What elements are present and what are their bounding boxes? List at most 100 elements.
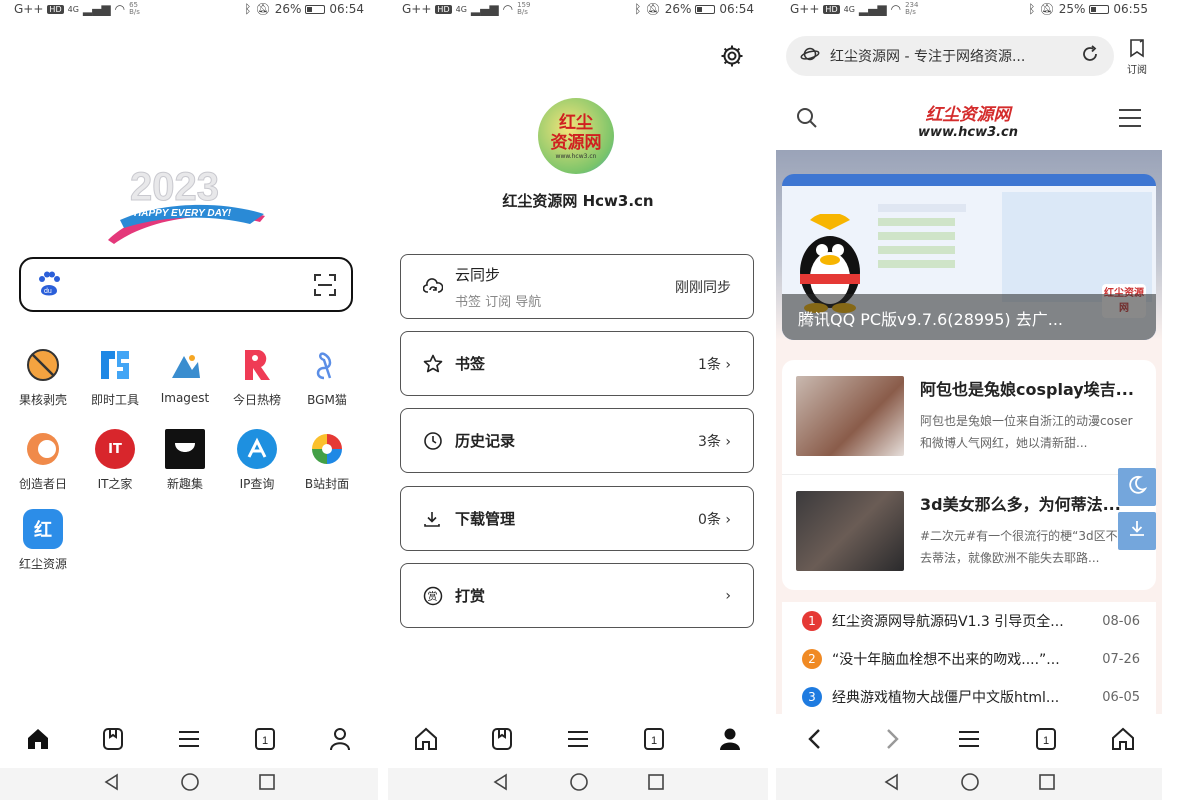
back-arrow-icon[interactable] xyxy=(800,724,830,754)
home-icon[interactable] xyxy=(1108,724,1138,754)
subscribe-label: 订阅 xyxy=(1127,65,1147,76)
hamburger-icon[interactable] xyxy=(1118,108,1142,132)
app-ithome[interactable]: IT IT之家 xyxy=(78,429,152,492)
cloud-sync-card[interactable]: 云同步 书签 订阅 导航 刚刚同步 xyxy=(400,254,754,319)
rank-badge: 2 xyxy=(802,649,822,669)
rank-badge: 3 xyxy=(802,687,822,707)
bookmark-icon[interactable] xyxy=(487,724,517,754)
app-hongchen[interactable]: 红 红尘资源 xyxy=(6,509,80,572)
bookmarks-card[interactable]: 书签 1条 › xyxy=(400,331,754,396)
menu-icon[interactable] xyxy=(954,724,984,754)
tabs-icon[interactable]: 1 xyxy=(639,724,669,754)
news-item[interactable]: 3 经典游戏植物大战僵尸中文版html... 06-05 xyxy=(782,678,1156,714)
recents-icon[interactable] xyxy=(259,774,275,794)
home-circle-icon[interactable] xyxy=(181,773,199,795)
status-bar: G++ HD 4G ▂▄▆ ◠ 234 B/s ᛒ 🔕︎ 25% 06:55 xyxy=(776,0,1162,18)
profile-icon[interactable] xyxy=(715,724,745,754)
app-label: Imagest xyxy=(160,391,210,405)
site-brand[interactable]: 红尘资源网 www.hcw3.cn xyxy=(918,100,1018,140)
news-item[interactable]: 1 红尘资源网导航源码V1.3 引导页全... 08-06 xyxy=(782,602,1156,640)
news-title: “没十年脑血栓想不出来的吻戏....”... xyxy=(832,652,1060,668)
back-icon[interactable] xyxy=(492,773,510,795)
tabs-icon[interactable]: 1 xyxy=(1031,724,1061,754)
app-label: BGM猫 xyxy=(307,393,347,407)
scan-icon[interactable] xyxy=(313,273,337,301)
star-icon xyxy=(423,354,445,374)
menu-icon[interactable] xyxy=(174,724,204,754)
article-item[interactable]: 阿包也是兔娘cosplay埃吉... 阿包也是兔娘一位来自浙江的动漫coser和… xyxy=(782,360,1156,475)
bookmarks-count: 1条 › xyxy=(698,356,731,373)
battery-icon xyxy=(1089,4,1110,14)
app-ipquery[interactable]: IP查询 xyxy=(220,429,294,492)
history-card[interactable]: 历史记录 3条 › xyxy=(400,408,754,473)
settings-gear-icon[interactable] xyxy=(720,44,744,72)
logo-year: 2023 xyxy=(130,165,219,209)
app-guohe[interactable]: 果核剥壳 xyxy=(6,345,80,408)
carrier-label: G++ xyxy=(402,2,432,16)
reward-card[interactable]: 赏 打赏 › xyxy=(400,563,754,628)
hd-badge: HD xyxy=(435,4,452,14)
home-circle-icon[interactable] xyxy=(570,773,588,795)
system-nav-bar xyxy=(388,768,768,800)
back-icon[interactable] xyxy=(883,773,901,795)
bluetooth-icon: ᛒ xyxy=(244,2,252,16)
app-bgm-icon xyxy=(307,345,347,385)
article-title: 3d美女那么多，为何蒂法... xyxy=(920,495,1121,514)
rank-badge: 1 xyxy=(802,611,822,631)
mute-icon: 🔕︎ xyxy=(645,2,661,16)
tabs-icon[interactable]: 1 xyxy=(250,724,280,754)
site-name: 红尘资源网 Hcw3.cn xyxy=(502,192,654,210)
web-content: 红尘资源网 www.hcw3.cn 腾讯QQ PC版v9.7.6(28995) … xyxy=(776,90,1162,714)
app-jishi[interactable]: 即时工具 xyxy=(78,345,152,408)
recents-icon[interactable] xyxy=(1039,774,1055,794)
news-title: 经典游戏植物大战僵尸中文版html... xyxy=(832,690,1060,706)
app-imagest[interactable]: Imagest xyxy=(148,345,222,405)
banner-slide[interactable]: 红尘资源网 腾讯QQ PC版v9.7.6(28995) 去广... xyxy=(782,174,1156,340)
app-label: B站封面 xyxy=(304,477,350,491)
article-item[interactable]: 3d美女那么多，为何蒂法... #二次元#有一个很流行的梗“3d区不能失去蒂法，… xyxy=(782,475,1156,590)
dark-mode-button[interactable] xyxy=(1118,468,1156,506)
app-label: 果核剥壳 xyxy=(18,393,67,407)
reward-arrow: › xyxy=(725,587,731,604)
profile-icon[interactable] xyxy=(325,724,355,754)
search-icon[interactable] xyxy=(796,107,818,133)
download-icon xyxy=(423,510,445,528)
article-title: 阿包也是兔娘cosplay埃吉... xyxy=(920,380,1134,399)
app-rebang[interactable]: 今日热榜 xyxy=(220,345,294,408)
app-chuangzao[interactable]: 创造者日 xyxy=(6,429,80,492)
subscribe-button[interactable]: 订阅 xyxy=(1122,38,1152,76)
network-label: 4G xyxy=(67,4,79,14)
clock: 06:55 xyxy=(1113,2,1148,16)
hd-badge: HD xyxy=(823,4,840,14)
forward-arrow-icon[interactable] xyxy=(877,724,907,754)
wifi-icon: ◠ xyxy=(114,2,126,16)
home-icon[interactable] xyxy=(23,724,53,754)
news-item[interactable]: 2 “没十年脑血栓想不出来的吻戏....”... 07-26 xyxy=(782,640,1156,678)
cloud-sync-sub: 书签 订阅 导航 xyxy=(455,294,542,310)
downloads-card[interactable]: 下载管理 0条 › xyxy=(400,486,754,551)
app-bcover-icon xyxy=(307,429,347,469)
downloads-label: 下载管理 xyxy=(455,510,516,528)
address-bar[interactable]: 红尘资源网 - 专注于网络资源... xyxy=(786,36,1114,76)
wifi-icon: ◠ xyxy=(890,2,902,16)
banner: 红尘资源网 腾讯QQ PC版v9.7.6(28995) 去广... xyxy=(776,150,1162,340)
menu-icon[interactable] xyxy=(563,724,593,754)
home-circle-icon[interactable] xyxy=(961,773,979,795)
app-bcover[interactable]: B站封面 xyxy=(290,429,364,492)
hd-badge: HD xyxy=(47,4,64,14)
app-xinquji[interactable]: 新趣集 xyxy=(148,429,222,492)
download-float-button[interactable] xyxy=(1118,512,1156,550)
home-icon[interactable] xyxy=(411,724,441,754)
system-nav-bar xyxy=(776,768,1162,800)
recents-icon[interactable] xyxy=(648,774,664,794)
clock-icon xyxy=(423,431,445,451)
bookmark-icon[interactable] xyxy=(98,724,128,754)
refresh-icon[interactable] xyxy=(1080,44,1100,68)
bluetooth-icon: ᛒ xyxy=(634,2,642,16)
app-guohe-icon xyxy=(23,345,63,385)
search-input[interactable]: du xyxy=(19,257,353,312)
status-bar: G++ HD 4G ▂▄▆ ◠ 159 B/s ᛒ 🔕︎ 26% 06:54 xyxy=(388,0,768,18)
back-icon[interactable] xyxy=(103,773,121,795)
clock: 06:54 xyxy=(329,2,364,16)
app-bgm[interactable]: BGM猫 xyxy=(290,345,364,408)
